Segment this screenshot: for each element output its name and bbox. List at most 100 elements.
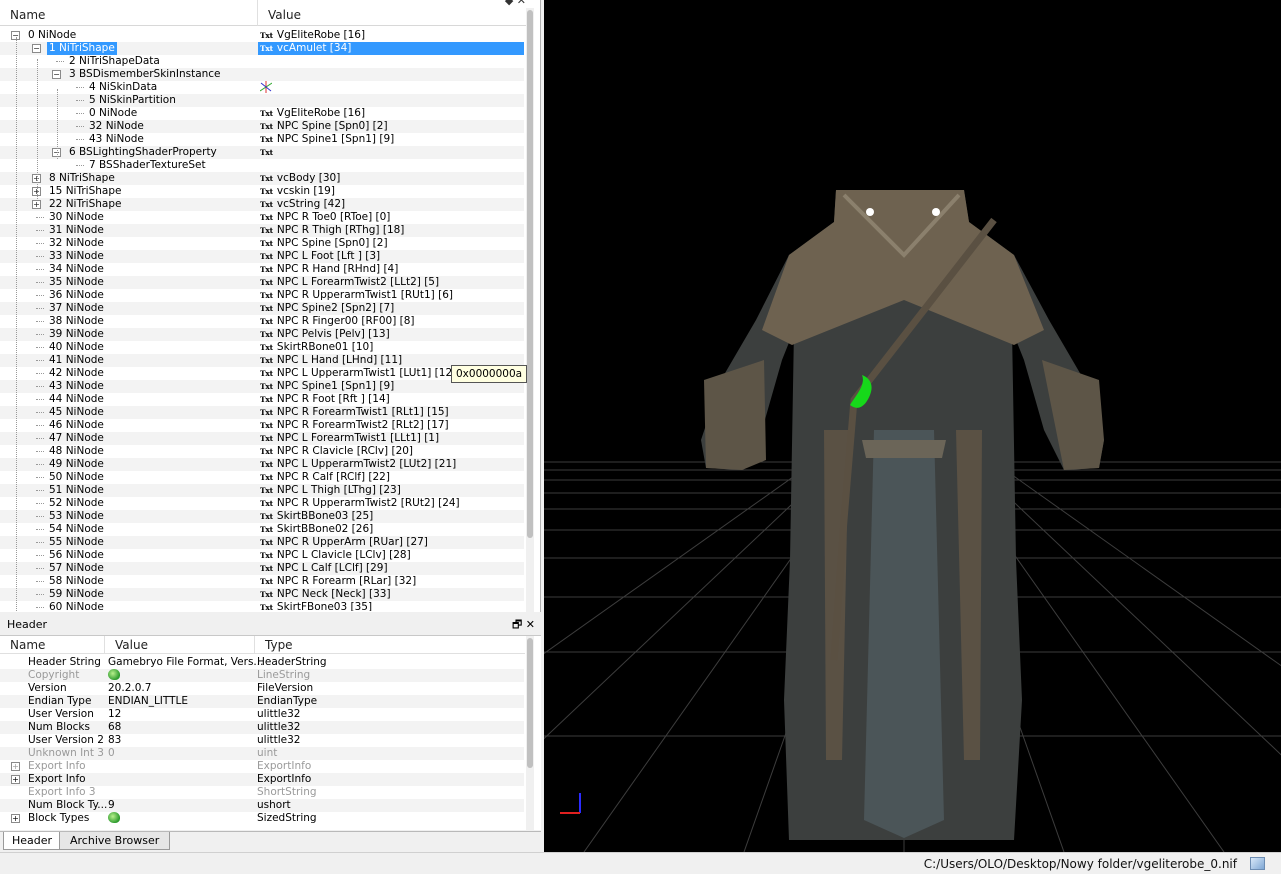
expand-icon[interactable]: + <box>11 762 20 771</box>
tree-row[interactable]: 60 NiNode Txt SkirtFBone03 [35] <box>0 601 524 611</box>
tree-row[interactable]: +8 NiTriShape Txt vcBody [30] <box>0 172 524 185</box>
tree-row[interactable]: 32 NiNode Txt NPC Spine [Spn0] [2] <box>0 237 524 250</box>
property-row[interactable]: Endian Type ENDIAN_LITTLE EndianType <box>0 695 524 708</box>
property-value-cell[interactable]: ENDIAN_LITTLE <box>108 695 188 708</box>
tree-row[interactable]: 49 NiNode Txt NPC L UpperarmTwist2 [LUt2] … <box>0 458 524 471</box>
tree-row-value: SkirtBBone02 [26] <box>276 523 374 535</box>
tab-archive-browser[interactable]: Archive Browser <box>59 832 171 850</box>
column-header-value[interactable]: Value <box>258 0 528 26</box>
tree-row[interactable]: 30 NiNode Txt NPC R Toe0 [RToe] [0] <box>0 211 524 224</box>
float-icon[interactable]: 🗗 <box>512 618 522 631</box>
tree-row[interactable]: 56 NiNode Txt NPC L Clavicle [LClv] [28] <box>0 549 524 562</box>
property-row[interactable]: Header String Gamebryo File Format, Vers.… <box>0 656 524 669</box>
property-type: uint <box>257 747 278 759</box>
property-row[interactable]: Num Block Ty... 9 ushort <box>0 799 524 812</box>
property-row[interactable]: Num Blocks 68 ulittle32 <box>0 721 524 734</box>
tree-row[interactable]: 43 NiNode Txt NPC Spine1 [Spn1] [9] <box>0 133 524 146</box>
tree-row[interactable]: 52 NiNode Txt NPC R UpperarmTwist2 [RUt2] … <box>0 497 524 510</box>
expand-icon[interactable]: + <box>11 814 20 823</box>
tree-row[interactable]: +15 NiTriShape Txt vcskin [19] <box>0 185 524 198</box>
tree-row-name: 51 NiNode <box>49 484 104 496</box>
tree-row[interactable]: −1 NiTriShape Txt vcAmulet [34] <box>0 42 524 55</box>
property-table[interactable]: Name Value Type Header String Gamebryo Fi… <box>0 635 541 831</box>
property-row[interactable]: User Version 2 83 ulittle32 <box>0 734 524 747</box>
expand-icon[interactable]: + <box>11 775 20 784</box>
property-row[interactable]: + Export Info ExportInfo <box>0 760 524 773</box>
property-value-cell[interactable]: 83 <box>108 734 121 747</box>
panel-controls[interactable]: 🗗 ✕ <box>512 617 535 633</box>
prop-header-type[interactable]: Type <box>255 636 525 654</box>
resize-grip-icon[interactable] <box>1250 857 1265 870</box>
tree-row[interactable]: 2 NiTriShapeData <box>0 55 524 68</box>
expand-icon[interactable]: + <box>32 200 41 209</box>
property-row[interactable]: Unknown Int 3 0 uint <box>0 747 524 760</box>
collapse-icon[interactable]: − <box>32 44 41 53</box>
tree-row[interactable]: 51 NiNode Txt NPC L Thigh [LThg] [23] <box>0 484 524 497</box>
tree-row[interactable]: −3 BSDismemberSkinInstance <box>0 68 524 81</box>
tree-row[interactable]: 57 NiNode Txt NPC L Calf [LClf] [29] <box>0 562 524 575</box>
tree-row[interactable]: 32 NiNode Txt NPC Spine [Spn0] [2] <box>0 120 524 133</box>
tree-row[interactable]: 53 NiNode Txt SkirtBBone03 [25] <box>0 510 524 523</box>
tree-row[interactable]: 38 NiNode Txt NPC R Finger00 [RF00] [8] <box>0 315 524 328</box>
prop-header-name[interactable]: Name <box>0 636 105 654</box>
tree-row[interactable]: 55 NiNode Txt NPC R UpperArm [RUar] [27] <box>0 536 524 549</box>
tree-row[interactable]: +22 NiTriShape Txt vcString [42] <box>0 198 524 211</box>
tree-row[interactable]: 35 NiNode Txt NPC L ForearmTwist2 [LLt2] [… <box>0 276 524 289</box>
prop-scrollbar-thumb[interactable] <box>527 638 533 768</box>
tab-header[interactable]: Header <box>3 832 62 850</box>
close-icon[interactable]: ✕ <box>526 618 535 631</box>
tree-row[interactable]: 36 NiNode Txt NPC R UpperarmTwist1 [RUt1] … <box>0 289 524 302</box>
tree-branch-line <box>36 581 44 582</box>
tree-row[interactable]: 33 NiNode Txt NPC L Foot [Lft ] [3] <box>0 250 524 263</box>
tree-row[interactable]: 4 NiSkinData <box>0 81 524 94</box>
tree-row[interactable]: 7 BSShaderTextureSet <box>0 159 524 172</box>
tree-row[interactable]: 46 NiNode Txt NPC R ForearmTwist2 [RLt2] [… <box>0 419 524 432</box>
tree-branch-line <box>36 412 44 413</box>
tree-row[interactable]: 31 NiNode Txt NPC R Thigh [RThg] [18] <box>0 224 524 237</box>
property-row[interactable]: + Block Types SizedString <box>0 812 524 825</box>
property-value: 9 <box>108 799 115 811</box>
tree-row[interactable]: 59 NiNode Txt NPC Neck [Neck] [33] <box>0 588 524 601</box>
tree-row[interactable]: 42 NiNode Txt NPC L UpperarmTwist1 [LUt1] … <box>0 367 524 380</box>
property-value-cell[interactable]: 12 <box>108 708 121 721</box>
tree-row[interactable]: 48 NiNode Txt NPC R Clavicle [RClv] [20] <box>0 445 524 458</box>
tree-row[interactable]: 50 NiNode Txt NPC R Calf [RClf] [22] <box>0 471 524 484</box>
column-header-name[interactable]: Name <box>0 0 258 26</box>
tree-row[interactable]: 44 NiNode Txt NPC R Foot [Rft ] [14] <box>0 393 524 406</box>
tree-row[interactable]: 45 NiNode Txt NPC R ForearmTwist1 [RLt1] [… <box>0 406 524 419</box>
tree-row[interactable]: 40 NiNode Txt SkirtRBone01 [10] <box>0 341 524 354</box>
tree-row[interactable]: −6 BSLightingShaderProperty Txt <box>0 146 524 159</box>
property-value-cell[interactable]: 9 <box>108 799 115 812</box>
property-row[interactable]: + Export Info ExportInfo <box>0 773 524 786</box>
property-value-cell[interactable]: 20.2.0.7 <box>108 682 151 695</box>
tree-row[interactable]: −0 NiNode Txt VgEliteRobe [16] <box>0 29 524 42</box>
block-list-tree[interactable]: Name Value ◆ ✕ −0 NiNode Txt VgEliteRobe [… <box>0 0 541 612</box>
tree-scrollbar-thumb[interactable] <box>527 10 533 538</box>
prop-scrollbar[interactable] <box>526 636 534 831</box>
tree-row[interactable]: 39 NiNode Txt NPC Pelvis [Pelv] [13] <box>0 328 524 341</box>
tree-scrollbar[interactable] <box>526 8 534 612</box>
tree-row[interactable]: 0 NiNode Txt VgEliteRobe [16] <box>0 107 524 120</box>
property-row[interactable]: Version 20.2.0.7 FileVersion <box>0 682 524 695</box>
render-viewport[interactable] <box>544 0 1281 852</box>
tree-row[interactable]: 34 NiNode Txt NPC R Hand [RHnd] [4] <box>0 263 524 276</box>
tree-row[interactable]: 37 NiNode Txt NPC Spine2 [Spn2] [7] <box>0 302 524 315</box>
prop-header-value[interactable]: Value <box>105 636 255 654</box>
tree-row[interactable]: 54 NiNode Txt SkirtBBone02 [26] <box>0 523 524 536</box>
dock-controls[interactable]: ◆ ✕ <box>505 0 526 7</box>
property-value-cell[interactable]: 0 <box>108 747 115 760</box>
tree-row[interactable]: 43 NiNode Txt NPC Spine1 [Spn1] [9] <box>0 380 524 393</box>
property-name: Export Info <box>28 760 86 772</box>
collapse-icon[interactable]: − <box>52 70 61 79</box>
property-row[interactable]: Copyright LineString <box>0 669 524 682</box>
tree-row[interactable]: 5 NiSkinPartition <box>0 94 524 107</box>
property-value-cell[interactable] <box>108 812 120 825</box>
property-row[interactable]: Export Info 3 ShortString <box>0 786 524 799</box>
tree-row[interactable]: 41 NiNode Txt NPC L Hand [LHnd] [11] <box>0 354 524 367</box>
tree-row[interactable]: 47 NiNode Txt NPC L ForearmTwist1 [LLt1] [… <box>0 432 524 445</box>
property-row[interactable]: User Version 12 ulittle32 <box>0 708 524 721</box>
tree-row[interactable]: 58 NiNode Txt NPC R Forearm [RLar] [32] <box>0 575 524 588</box>
property-value-cell[interactable]: Gamebryo File Format, Vers... <box>108 656 263 669</box>
property-value-cell[interactable] <box>108 669 120 682</box>
property-value-cell[interactable]: 68 <box>108 721 121 734</box>
